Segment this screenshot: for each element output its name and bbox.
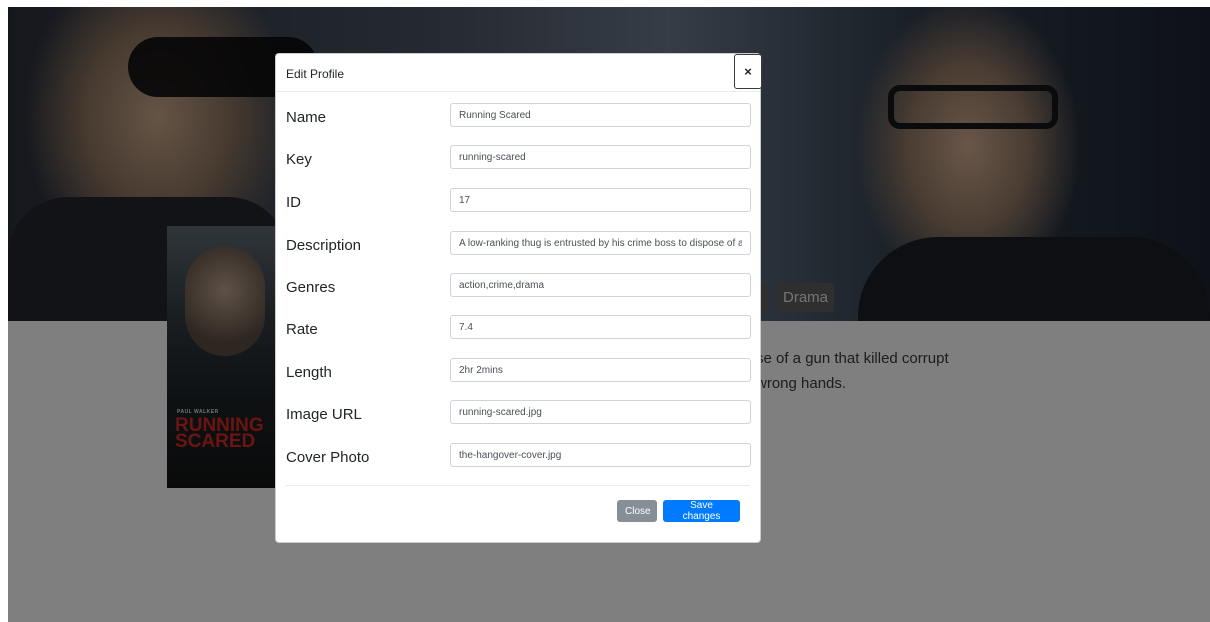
description-input[interactable] (450, 231, 751, 255)
form-row-cover-photo: Cover Photo (276, 443, 760, 473)
key-label: Key (286, 151, 312, 168)
cover-photo-input[interactable] (450, 443, 751, 467)
rate-input[interactable] (450, 315, 751, 339)
modal-footer: Close Save changes (286, 485, 750, 543)
id-label: ID (286, 194, 301, 211)
form-row-genres: Genres (276, 273, 760, 303)
genres-input[interactable] (450, 273, 751, 297)
cover-photo-label: Cover Photo (286, 449, 370, 466)
edit-profile-modal: Edit Profile × Name Key ID Description G… (275, 53, 762, 543)
genres-label: Genres (286, 279, 336, 296)
id-input[interactable] (450, 188, 751, 212)
form-row-key: Key (276, 145, 760, 175)
form-row-length: Length (276, 358, 760, 388)
image-url-label: Image URL (286, 406, 362, 423)
save-changes-button[interactable]: Save changes (663, 500, 740, 522)
close-button[interactable]: Close (617, 500, 657, 522)
length-input[interactable] (450, 358, 751, 382)
rate-label: Rate (286, 321, 318, 338)
close-icon[interactable]: × (734, 54, 762, 89)
length-label: Length (286, 364, 332, 381)
name-label: Name (286, 109, 327, 126)
description-label: Description (286, 237, 362, 254)
form-row-image-url: Image URL (276, 400, 760, 430)
form-row-id: ID (276, 188, 760, 218)
image-url-input[interactable] (450, 400, 751, 424)
form-row-name: Name (276, 103, 760, 133)
form-row-description: Description (276, 231, 760, 261)
modal-header: Edit Profile (276, 54, 760, 92)
key-input[interactable] (450, 145, 751, 169)
form-row-rate: Rate (276, 315, 760, 345)
modal-title: Edit Profile (286, 67, 345, 81)
name-input[interactable] (450, 103, 751, 127)
